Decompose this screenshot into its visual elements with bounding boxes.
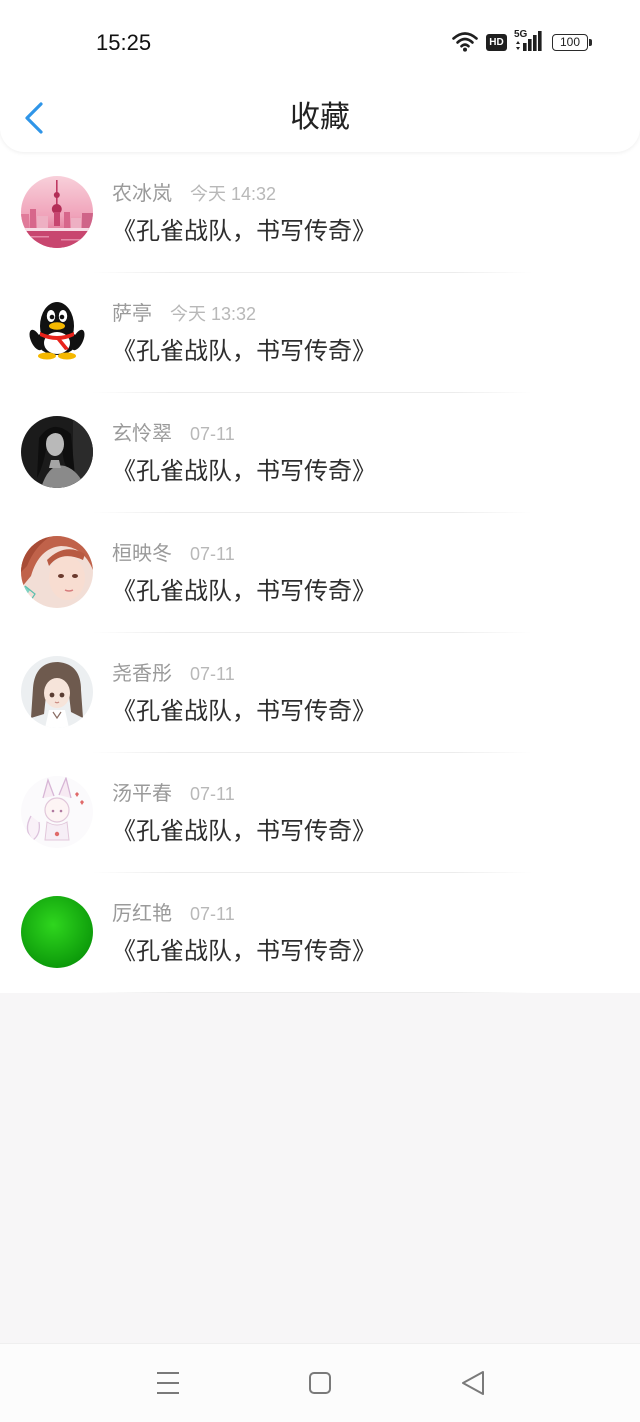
favorite-time: 07-11 — [190, 904, 235, 924]
signal-5g-icon: 5G — [514, 29, 544, 52]
favorite-message: 《孔雀战队，书写传奇》 — [112, 817, 376, 845]
favorite-message: 《孔雀战队，书写传奇》 — [112, 577, 376, 605]
favorite-time: 07-11 — [190, 424, 235, 444]
hd-icon: HD — [486, 34, 507, 51]
page-title: 收藏 — [290, 100, 350, 135]
avatar-green-circle — [21, 896, 93, 968]
sender-name: 汤平春 — [112, 781, 172, 805]
top-bar: 15:25 HD 5G 100 收藏 — [0, 0, 640, 152]
favorite-meta: 玄怜翠 07-11 — [112, 419, 235, 447]
divider — [92, 992, 532, 993]
favorite-item[interactable]: 农冰岚 今天 14:32 《孔雀战队，书写传奇》 — [0, 153, 640, 273]
avatar-city-skyline — [21, 176, 93, 248]
favorite-meta: 厉红艳 07-11 — [112, 899, 235, 927]
favorite-meta: 萨亭 今天 13:32 — [112, 299, 256, 327]
battery-icon: 100 — [552, 34, 588, 51]
favorite-message: 《孔雀战队，书写传奇》 — [112, 937, 376, 965]
favorite-time: 07-11 — [190, 664, 235, 684]
favorite-item[interactable]: 萨亭 今天 13:32 《孔雀战队，书写传奇》 — [0, 273, 640, 393]
sender-name: 萨亭 — [112, 301, 152, 325]
favorite-meta: 汤平春 07-11 — [112, 779, 235, 807]
favorite-item[interactable]: 厉红艳 07-11 《孔雀战队，书写传奇》 — [0, 873, 640, 993]
favorite-message: 《孔雀战队，书写传奇》 — [112, 697, 376, 725]
sender-name: 尧香彤 — [112, 661, 172, 685]
favorite-meta: 农冰岚 今天 14:32 — [112, 179, 276, 207]
home-square-icon — [309, 1372, 331, 1394]
favorite-meta: 桓映冬 07-11 — [112, 539, 235, 567]
screen: 农冰岚 今天 14:32 《孔雀战队，书写传奇》 萨亭 今天 13:32 《孔雀… — [0, 0, 640, 1422]
favorite-message: 《孔雀战队，书写传奇》 — [112, 337, 376, 365]
sender-name: 桓映冬 — [112, 541, 172, 565]
avatar-redhair-portrait — [21, 536, 93, 608]
favorite-item[interactable]: 尧香彤 07-11 《孔雀战队，书写传奇》 — [0, 633, 640, 753]
battery-nub — [589, 39, 592, 46]
system-nav-bar — [0, 1343, 640, 1422]
back-triangle-icon — [462, 1371, 484, 1395]
sender-name: 厉红艳 — [112, 901, 172, 925]
avatar-anime-girl — [21, 656, 93, 728]
menu-icon — [157, 1372, 179, 1394]
favorite-meta: 尧香彤 07-11 — [112, 659, 235, 687]
favorite-time: 今天 13:32 — [170, 304, 257, 324]
favorite-item[interactable]: 桓映冬 07-11 《孔雀战队，书写传奇》 — [0, 513, 640, 633]
sender-name: 农冰岚 — [112, 181, 172, 205]
wifi-icon — [452, 31, 478, 52]
status-time: 15:25 — [96, 30, 152, 55]
favorite-item[interactable]: 汤平春 07-11 《孔雀战队，书写传奇》 — [0, 753, 640, 873]
sender-name: 玄怜翠 — [112, 421, 172, 445]
favorite-message: 《孔雀战队，书写传奇》 — [112, 217, 376, 245]
favorite-time: 07-11 — [190, 784, 235, 804]
menu-button[interactable] — [144, 1359, 192, 1407]
favorite-time: 今天 14:32 — [190, 184, 277, 204]
favorite-message: 《孔雀战队，书写传奇》 — [112, 457, 376, 485]
avatar-qq-penguin — [21, 296, 93, 368]
system-back-button[interactable] — [449, 1359, 497, 1407]
avatar-dark-portrait — [21, 416, 93, 488]
home-button[interactable] — [296, 1359, 344, 1407]
favorite-item[interactable]: 玄怜翠 07-11 《孔雀战队，书写传奇》 — [0, 393, 640, 513]
avatar-fox-girl-sketch — [21, 776, 93, 848]
favorite-time: 07-11 — [190, 544, 235, 564]
